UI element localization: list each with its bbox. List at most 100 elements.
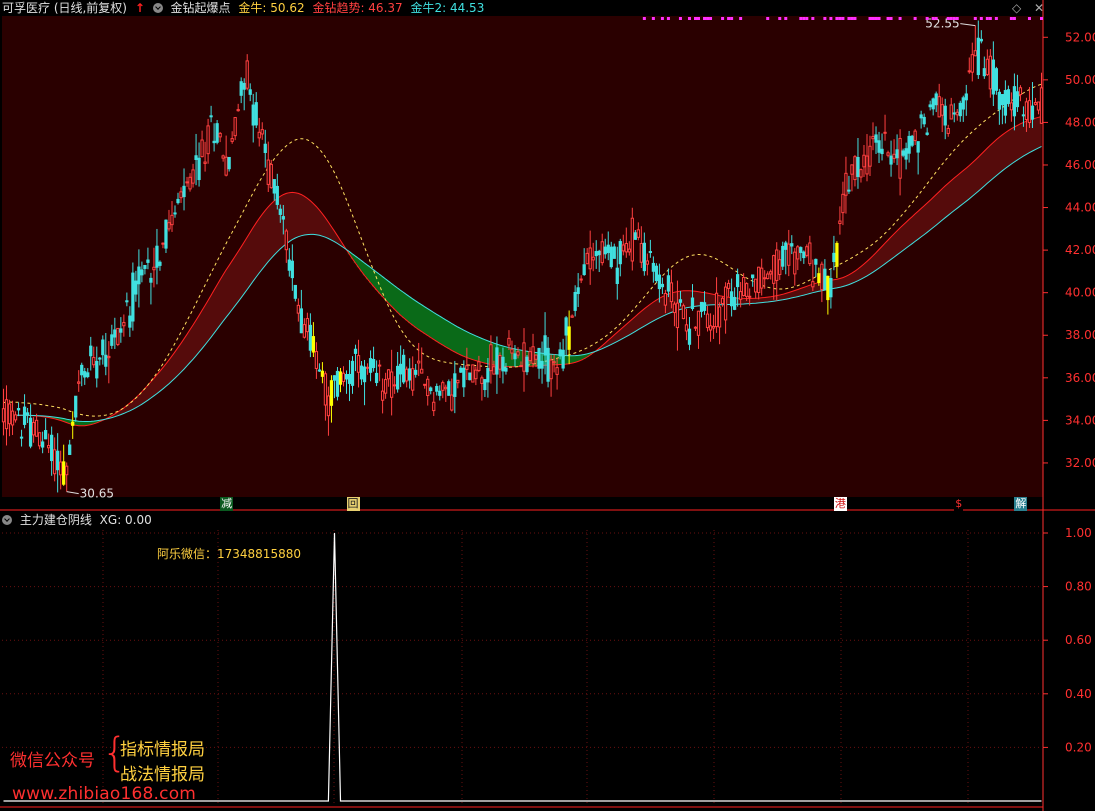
candle-body [146,259,150,263]
candle-body [1033,102,1038,105]
candle-body [170,214,174,226]
candle-body [215,123,219,143]
close-icon[interactable]: ✕ [1034,1,1044,15]
candle-body [1009,102,1014,111]
candle-body [823,268,827,291]
chart-canvas: 32.00 34.00 36.00 38.00 40.00 42.00 44.00 46.00… [0,0,1095,811]
candle-body [901,150,905,156]
candle-body [50,434,54,462]
candle-body [1000,94,1005,106]
candle-body [922,116,926,125]
candle-body [723,286,728,321]
watermark-label: 微信公众号 [10,751,95,771]
candle-body [946,127,950,134]
candle-body [19,436,24,439]
top-signal-dot [838,17,842,20]
candle-body [131,272,135,322]
candle-body [687,328,692,345]
signal-marker: 减 [220,497,234,511]
candle-body [702,302,707,311]
candle-body [949,104,953,120]
candle-body [913,130,917,142]
candle-body [353,348,358,354]
candle-body [693,326,698,329]
candle-body [678,299,683,303]
candle-body [477,361,481,371]
stock-title[interactable]: 可孚医疗 (日线,前复权) [2,1,127,15]
diamond-icon[interactable]: ◇ [1012,1,1021,15]
candle-body [841,193,845,214]
candle-body [483,379,487,391]
candle-body [13,414,18,421]
candle-body [95,360,99,379]
candle-body [227,156,231,170]
top-signal-dot [687,17,691,20]
price-tick-label: 50.00 [1065,73,1095,87]
candle-body [504,367,508,372]
candle-body [859,169,863,178]
candle-body [161,242,165,245]
candle-body [176,198,180,204]
candle-body [62,461,66,485]
candle-body [699,301,704,312]
candle-body [799,247,803,253]
candle-body [964,93,968,101]
candle-body [239,81,243,96]
candle-body [519,365,523,368]
candle-body [447,381,451,396]
candle-body [907,135,911,154]
candle-body [760,267,764,289]
candle-body [350,360,355,386]
candle-body [522,342,526,372]
candle-body [772,255,776,284]
candle-body [314,351,319,369]
top-signal-dot [868,17,872,20]
top-signal-dot [802,17,806,20]
top-signal-dot [925,17,929,20]
candle-body [714,292,719,328]
sub-indicator-value: XG: 0.00 [99,513,152,527]
candle-body [898,137,902,179]
candle-body [149,277,153,283]
top-signal-dot [651,17,655,20]
candle-body [245,60,249,89]
price-tick-label: 32.00 [1065,456,1095,470]
candle-body [717,306,722,328]
candle-body [393,384,397,387]
sub-tick-label: 0.80 [1065,580,1092,594]
candle-body [805,246,809,256]
candle-body [549,359,553,380]
price-tick-label: 44.00 [1065,201,1095,215]
sub-indicator-name[interactable]: 主力建仓阴线 [20,513,92,527]
candle-body [179,191,183,199]
candle-body [865,155,869,175]
candle-body [769,271,773,275]
price-tick-label: 42.00 [1065,243,1095,257]
candle-body [958,102,962,117]
candle-body [729,291,734,307]
candle-body [838,220,842,225]
indicator-name[interactable]: 金钻起爆点 [171,1,231,15]
candle-body [684,324,689,332]
top-signal-dot [703,17,707,20]
candle-body [278,208,282,215]
candle-body [790,243,794,247]
top-signal-dot [1009,17,1013,20]
candle-body [1027,100,1032,124]
candle-body [534,354,538,360]
signal-marker: 港 [833,497,847,511]
candle-body [639,243,643,263]
candle-body [47,445,51,449]
price-tick-label: 38.00 [1065,328,1095,342]
watermark-line-2: 战法情报局 [120,765,205,785]
indicator-menu-icon[interactable] [152,3,163,13]
candle-body [928,104,932,108]
candle-body [507,337,511,346]
candle-body [40,441,45,448]
candle-body [119,328,123,333]
top-signal-dot [889,17,893,20]
candle-body [720,297,725,304]
candle-body [874,134,878,143]
candle-body [155,245,159,268]
sub-indicator-menu-icon[interactable] [2,515,12,525]
